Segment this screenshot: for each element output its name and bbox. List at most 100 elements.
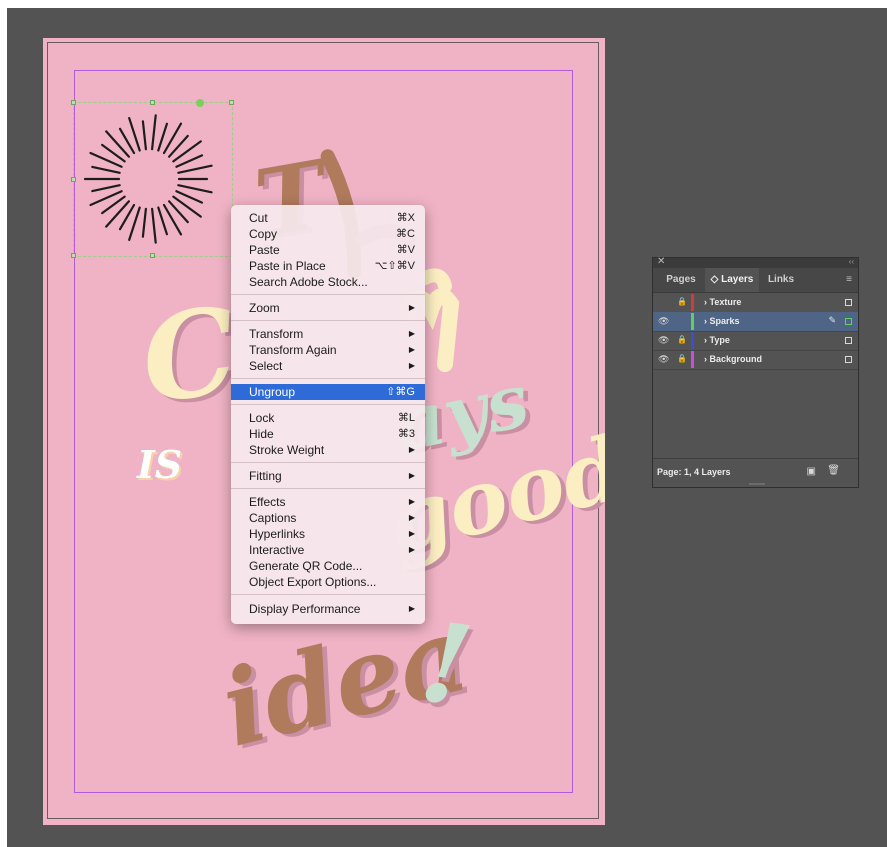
menu-item-shortcut: ⌘X	[396, 212, 415, 224]
menu-item-effects[interactable]: Effects ▶	[231, 494, 425, 510]
submenu-arrow-icon: ▶	[408, 445, 415, 454]
menu-item-select[interactable]: Select ▶	[231, 358, 425, 374]
layer-row-sparks[interactable]: 👁 › Sparks ✎	[653, 312, 858, 332]
tab-links[interactable]: Links	[761, 268, 801, 292]
eye-icon[interactable]: 👁	[658, 316, 669, 327]
menu-item-shortcut: ⇧⌘G	[386, 386, 415, 398]
tab-layers[interactable]: ◇ Layers	[705, 268, 759, 292]
new-layer-icon[interactable]: ▣	[807, 466, 816, 477]
layer-selection-square-icon[interactable]	[845, 299, 852, 306]
lock-icon[interactable]: 🔒	[677, 297, 687, 306]
menu-separator	[231, 462, 425, 463]
submenu-arrow-icon: ▶	[408, 329, 415, 338]
expand-chevron-icon[interactable]: ›	[704, 335, 707, 345]
resize-grip[interactable]	[749, 483, 765, 485]
submenu-arrow-icon: ▶	[408, 545, 415, 554]
layer-row-texture[interactable]: 🔒 › Texture	[653, 293, 858, 313]
submenu-arrow-icon: ▶	[408, 604, 415, 613]
resize-handle-bottom[interactable]	[150, 253, 155, 258]
menu-item-captions[interactable]: Captions ▶	[231, 510, 425, 526]
menu-item-transform[interactable]: Transform ▶	[231, 326, 425, 342]
document-canvas: T T C C ays ays IS IS good good idea ide…	[7, 8, 887, 847]
layer-row-background[interactable]: 👁 🔒 › Background	[653, 350, 858, 370]
eye-icon[interactable]: 👁	[658, 335, 669, 346]
menu-item-paste-in-place[interactable]: Paste in Place ⌥⇧⌘V	[231, 258, 425, 274]
layer-name-type: Type	[709, 335, 730, 345]
layer-name-sparks: Sparks	[709, 316, 740, 326]
trash-icon[interactable]: 🗑	[827, 465, 840, 476]
menu-item-stroke-weight[interactable]: Stroke Weight ▶	[231, 442, 425, 458]
layer-name: › Texture	[704, 297, 741, 307]
menu-item-label: Transform	[249, 327, 304, 341]
expand-chevron-icon[interactable]: ›	[704, 297, 707, 307]
panel-footer: Page: 1, 4 Layers ▣ 🗑	[653, 458, 858, 487]
selection-bounding-box[interactable]	[71, 99, 234, 258]
eye-icon[interactable]: 👁	[658, 354, 669, 365]
layer-color-swatch	[691, 313, 694, 330]
panel-menu-icon[interactable]: ≡	[846, 268, 852, 292]
layer-color-swatch	[691, 351, 694, 368]
layer-name-texture: Texture	[709, 297, 742, 307]
submenu-arrow-icon: ▶	[408, 303, 415, 312]
menu-item-generate-qr-code[interactable]: Generate QR Code...	[231, 558, 425, 574]
resize-handle-top-left[interactable]	[71, 100, 76, 105]
menu-item-cut[interactable]: Cut ⌘X	[231, 210, 425, 226]
layers-panel[interactable]: ✕ ‹‹ Pages ◇ Layers Links ≡ 🔒 › Texture …	[652, 256, 859, 488]
document-page[interactable]: T T C C ays ays IS IS good good idea ide…	[43, 38, 605, 825]
menu-item-label: Zoom	[249, 301, 280, 315]
menu-item-display-performance[interactable]: Display Performance ▶	[231, 601, 425, 617]
menu-item-object-export-options[interactable]: Object Export Options...	[231, 574, 425, 590]
resize-handle-top[interactable]	[150, 100, 155, 105]
menu-item-label: Fitting	[249, 469, 282, 483]
pencil-icon: ✎	[828, 315, 836, 325]
menu-item-label: Copy	[249, 227, 278, 241]
reference-point-handle[interactable]	[196, 99, 204, 107]
layer-selection-square-icon[interactable]	[845, 318, 852, 325]
resize-handle-top-right[interactable]	[229, 100, 234, 105]
menu-item-label: Search Adobe Stock...	[249, 275, 368, 289]
menu-item-zoom[interactable]: Zoom ▶	[231, 300, 425, 316]
context-menu[interactable]: Cut ⌘X Copy ⌘C Paste ⌘V Paste in Place ⌥⇧⌘V …	[231, 205, 425, 624]
panel-title-bar[interactable]: ✕ ‹‹	[653, 256, 858, 268]
menu-item-label: Ungroup	[249, 385, 296, 399]
menu-item-label: Paste in Place	[249, 259, 326, 273]
menu-item-shortcut: ⌥⇧⌘V	[374, 260, 415, 272]
panel-tab-bar: Pages ◇ Layers Links ≡	[653, 268, 858, 293]
menu-item-lock[interactable]: Lock ⌘L	[231, 410, 425, 426]
lettering-is: IS IS	[136, 442, 184, 489]
layer-count-status: Page: 1, 4 Layers	[657, 467, 731, 477]
layer-name: › Type	[704, 335, 730, 345]
close-icon[interactable]: ✕	[657, 256, 665, 267]
menu-separator	[231, 488, 425, 489]
menu-item-ungroup[interactable]: Ungroup ⇧⌘G	[231, 384, 425, 400]
layer-row-type[interactable]: 👁 🔒 › Type	[653, 331, 858, 351]
layer-selection-square-icon[interactable]	[845, 337, 852, 344]
submenu-arrow-icon: ▶	[408, 345, 415, 354]
menu-item-copy[interactable]: Copy ⌘C	[231, 226, 425, 242]
layer-name-background: Background	[709, 354, 763, 364]
menu-separator	[231, 594, 425, 595]
menu-item-label: Paste	[249, 243, 280, 257]
menu-item-paste[interactable]: Paste ⌘V	[231, 242, 425, 258]
menu-item-label: Display Performance	[249, 602, 361, 616]
resize-handle-left[interactable]	[71, 177, 76, 182]
menu-item-search-adobe-stock[interactable]: Search Adobe Stock...	[231, 274, 425, 290]
menu-item-label: Hyperlinks	[249, 527, 306, 541]
layer-name: › Background	[704, 354, 762, 364]
lock-icon[interactable]: 🔒	[677, 354, 687, 363]
collapse-icon[interactable]: ‹‹	[849, 257, 854, 266]
menu-item-transform-again[interactable]: Transform Again ▶	[231, 342, 425, 358]
menu-item-label: Generate QR Code...	[249, 559, 363, 573]
menu-item-interactive[interactable]: Interactive ▶	[231, 542, 425, 558]
expand-chevron-icon[interactable]: ›	[704, 316, 707, 326]
tab-pages[interactable]: Pages	[659, 268, 703, 292]
menu-item-hyperlinks[interactable]: Hyperlinks ▶	[231, 526, 425, 542]
submenu-arrow-icon: ▶	[408, 497, 415, 506]
menu-separator	[231, 378, 425, 379]
expand-chevron-icon[interactable]: ›	[704, 354, 707, 364]
menu-item-fitting[interactable]: Fitting ▶	[231, 468, 425, 484]
menu-item-hide[interactable]: Hide ⌘3	[231, 426, 425, 442]
resize-handle-bottom-left[interactable]	[71, 253, 76, 258]
lock-icon[interactable]: 🔒	[677, 335, 687, 344]
layer-selection-square-icon[interactable]	[845, 356, 852, 363]
